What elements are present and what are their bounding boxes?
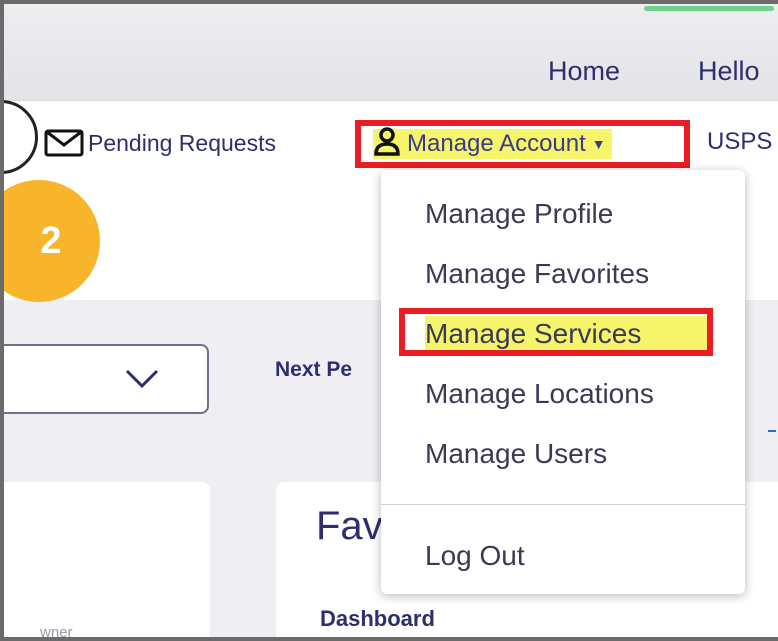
app-window: Home Hello Pending Requests Manage Accou… (0, 0, 778, 641)
nav-home-link[interactable]: Home (548, 56, 620, 87)
next-pickup-label: Next Pe (275, 358, 353, 381)
menu-item-manage-users[interactable]: Manage Users (425, 438, 607, 470)
location-select[interactable] (4, 344, 209, 414)
top-nav-bar: Home Hello (4, 4, 778, 100)
manage-account-menu: Manage Profile Manage Favorites Manage S… (381, 170, 745, 594)
manage-account-label: Manage Account (407, 130, 586, 157)
owner-card (4, 482, 210, 637)
manage-account-highlight: Manage Account ▼ (373, 126, 612, 162)
status-accent (644, 6, 774, 11)
step-badge: 2 (4, 180, 100, 302)
pending-requests-label: Pending Requests (88, 129, 276, 156)
dashboard-link[interactable]: Dashboard (320, 606, 435, 632)
menu-divider (381, 504, 745, 505)
step-number: 2 (40, 219, 62, 262)
usps-menu-link[interactable]: USPS (707, 128, 772, 156)
partial-link[interactable] (768, 408, 776, 432)
chevron-down-icon (124, 368, 160, 395)
menu-item-manage-profile[interactable]: Manage Profile (425, 198, 613, 230)
owner-card-text: wner (40, 624, 73, 641)
user-icon (373, 126, 403, 162)
manage-services-callout-box (399, 308, 713, 356)
nav-hello-user[interactable]: Hello (698, 56, 760, 87)
manage-account-dropdown-toggle[interactable]: Manage Account ▼ (355, 120, 690, 168)
menu-item-manage-locations[interactable]: Manage Locations (425, 378, 654, 410)
menu-item-log-out[interactable]: Log Out (425, 540, 525, 572)
mail-icon (44, 128, 84, 158)
caret-down-icon: ▼ (591, 136, 606, 152)
menu-item-manage-favorites[interactable]: Manage Favorites (425, 258, 649, 290)
favorites-title: Fav (316, 504, 383, 548)
pending-requests-link[interactable]: Pending Requests (44, 128, 276, 158)
